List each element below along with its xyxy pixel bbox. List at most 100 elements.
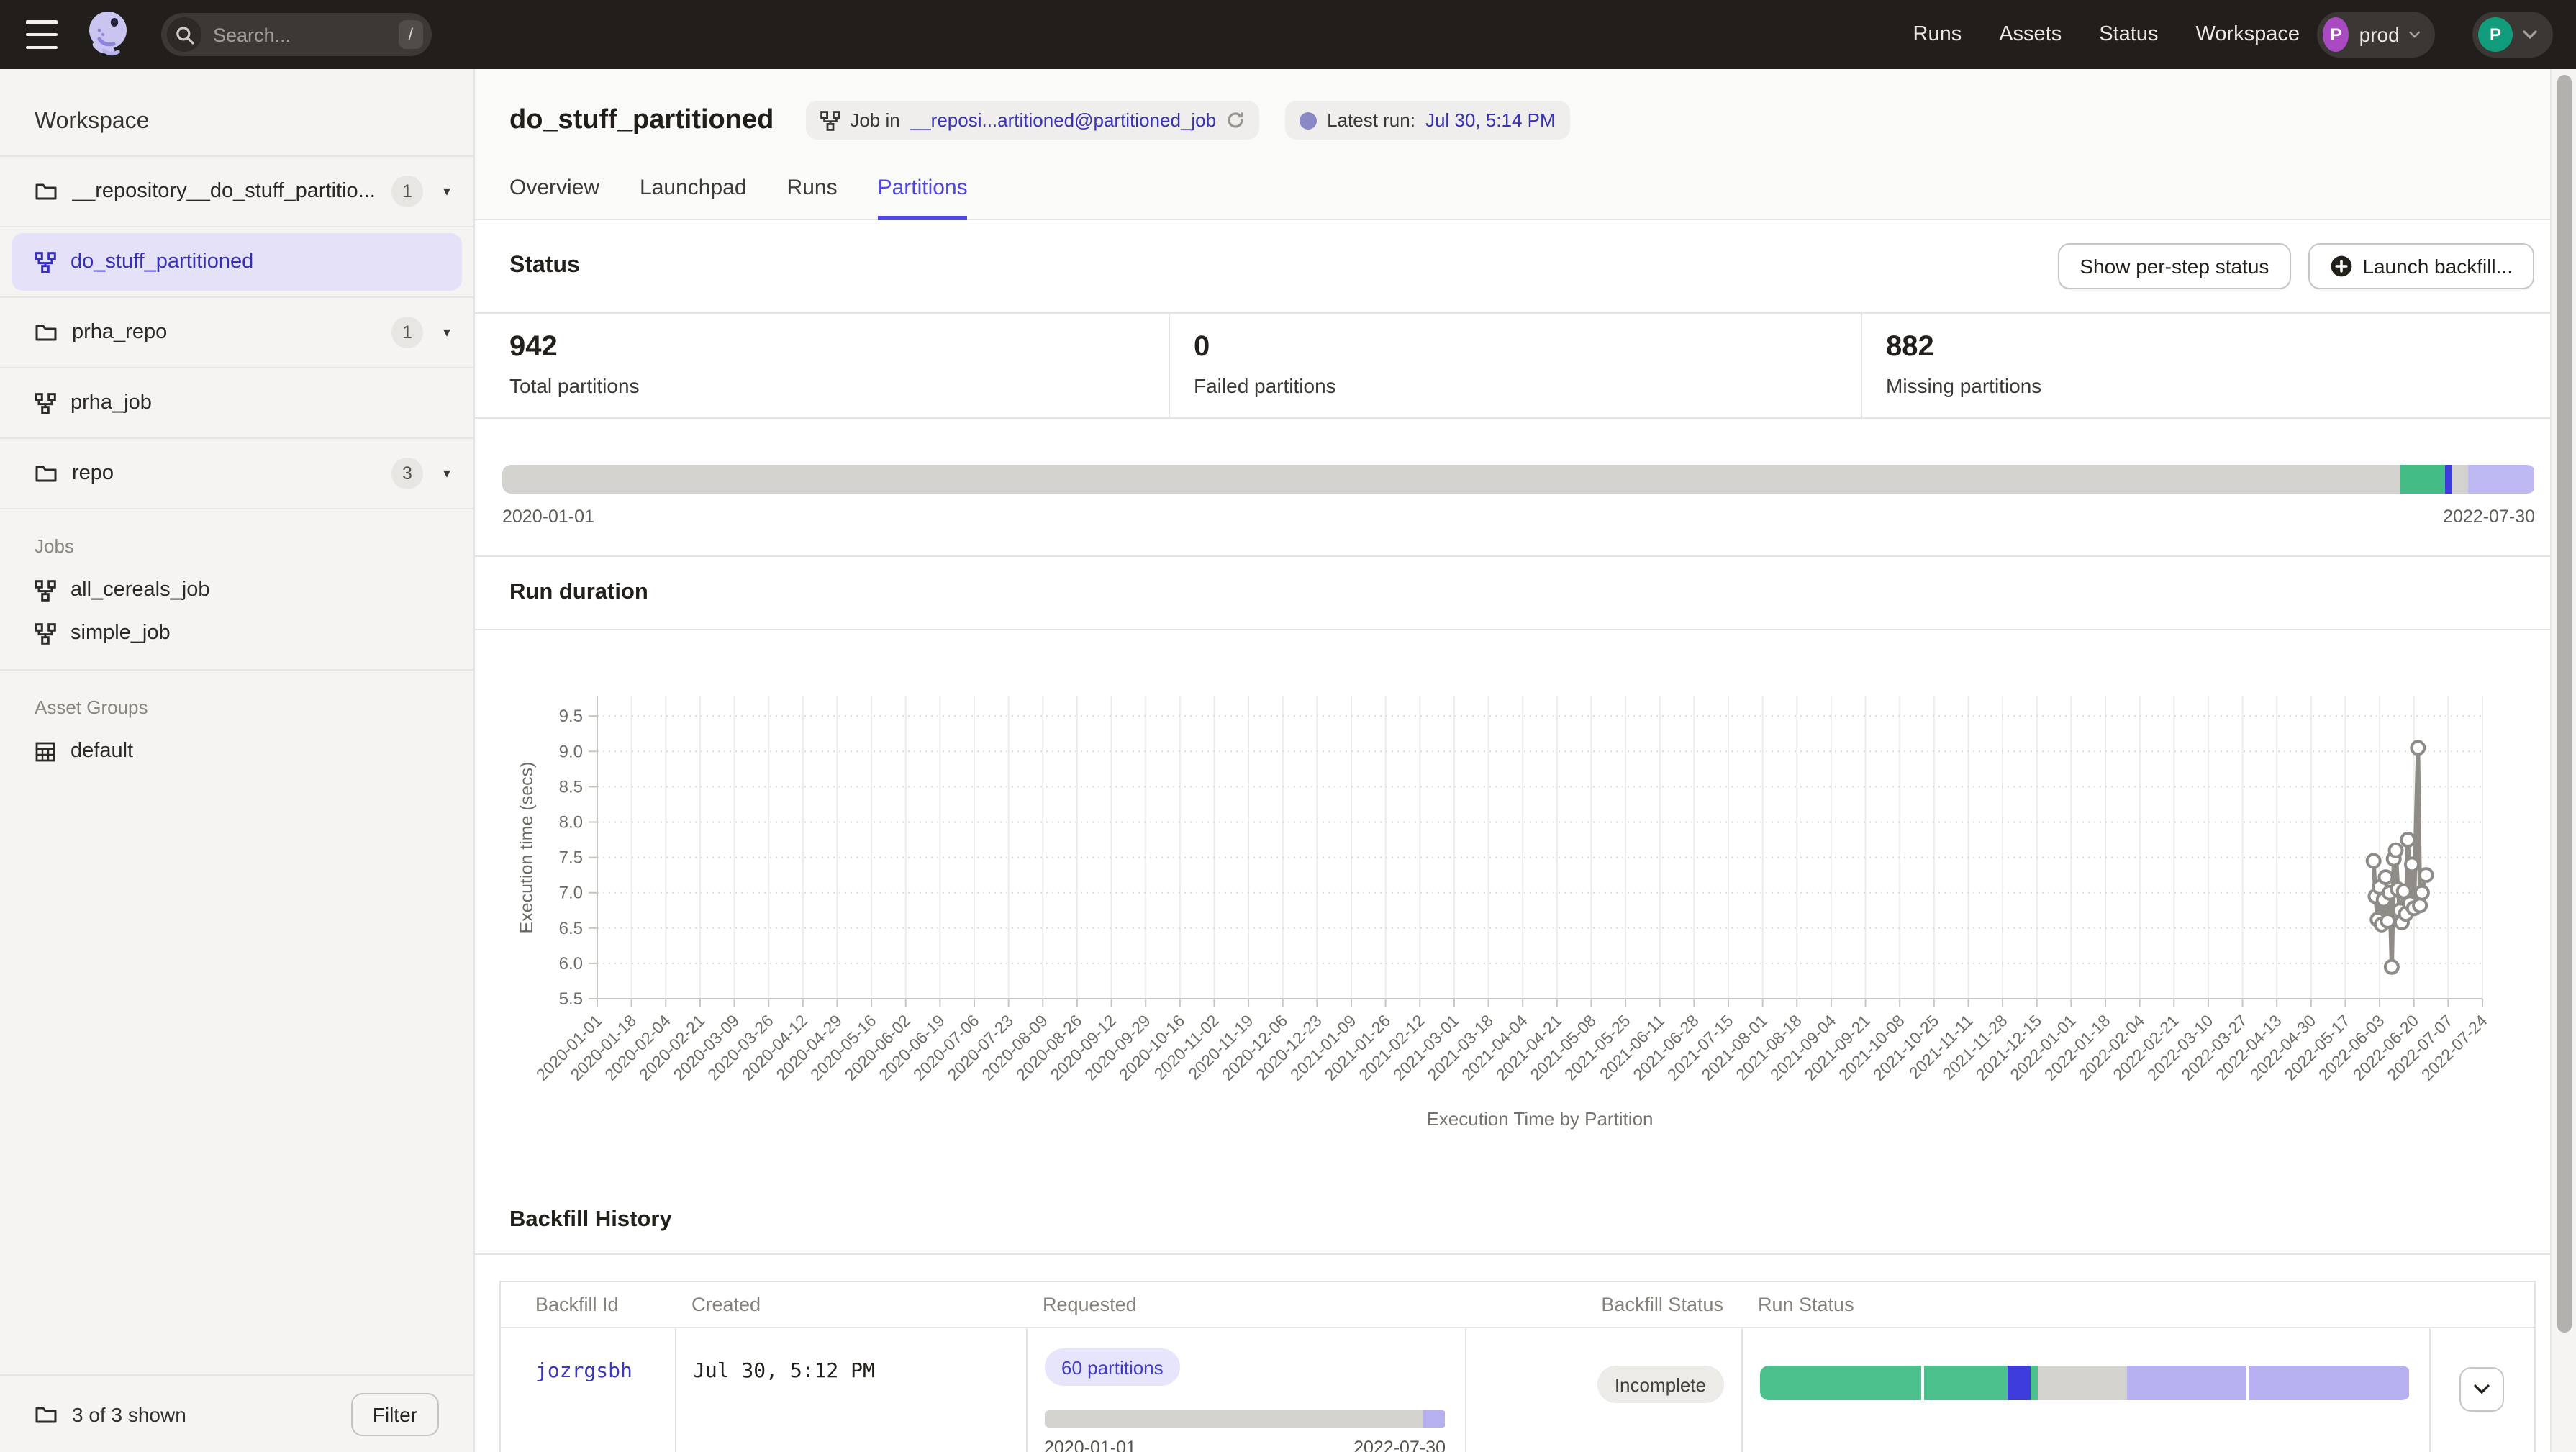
run-status-segment xyxy=(2250,1366,2410,1400)
partition-status-bar-block: 2020-01-01 2022-07-30 xyxy=(502,465,2535,527)
backfill-created: Jul 30, 5:12 PM xyxy=(693,1360,1008,1383)
sidebar-asset-group-default[interactable]: default xyxy=(0,730,473,773)
data-point-marker[interactable] xyxy=(2401,833,2414,846)
partition-stats: 942Total partitions0Failed partitions882… xyxy=(475,312,2550,419)
stat-value: 942 xyxy=(509,331,1168,364)
run-status-segment xyxy=(1925,1366,2008,1400)
scrollbar-thumb[interactable] xyxy=(2557,75,2571,1333)
launch-backfill-button[interactable]: Launch backfill... xyxy=(2308,243,2534,289)
column-header-actions xyxy=(2428,1282,2534,1328)
folder-icon xyxy=(35,181,58,201)
sidebar-item--repository-do-stuff-partitio-[interactable]: __repository__do_stuff_partitio...1▾ xyxy=(0,157,473,226)
asset-groups-section-label: Asset Groups xyxy=(0,671,473,730)
y-tick-label: 7.5 xyxy=(559,848,583,868)
asset-group-icon xyxy=(35,740,56,762)
partition-status-bar[interactable] xyxy=(502,465,2535,494)
top-bar: Search... / Runs Assets Status Workspace P … xyxy=(0,0,2576,69)
top-nav-assets[interactable]: Assets xyxy=(1999,23,2062,46)
latest-run-link[interactable]: Jul 30, 5:14 PM xyxy=(1425,109,1556,131)
tab-partitions[interactable]: Partitions xyxy=(878,176,968,220)
sidebar-job-all_cereals_job[interactable]: all_cereals_job xyxy=(0,568,473,612)
partition-range-end: 2022-07-30 xyxy=(2443,507,2535,527)
run-status-segment xyxy=(2007,1366,2030,1400)
folder-icon xyxy=(35,322,58,342)
backfill-history-table: Backfill IdCreatedRequestedBackfill Stat… xyxy=(499,1281,2535,1452)
jobs-section-label: Jobs xyxy=(0,509,473,568)
tab-runs[interactable]: Runs xyxy=(787,176,838,220)
repository-list: __repository__do_stuff_partitio...1▾ do_s… xyxy=(0,155,473,509)
sidebar-job-simple_job[interactable]: simple_job xyxy=(0,612,473,655)
sidebar-title: Workspace xyxy=(0,69,473,155)
run-duration-chart[interactable]: 2020-01-012020-01-182020-02-042020-02-21… xyxy=(475,630,2550,1148)
sidebar-item-prha-repo[interactable]: prha_repo1▾ xyxy=(0,298,473,367)
folder-icon xyxy=(35,1404,58,1424)
filter-button[interactable]: Filter xyxy=(351,1392,439,1435)
stat-missing-partitions: 882Missing partitions xyxy=(1860,314,2550,417)
search-shortcut-badge: / xyxy=(398,20,423,49)
column-header-created: Created xyxy=(674,1282,1025,1328)
data-point-marker[interactable] xyxy=(2411,741,2424,754)
data-point-marker[interactable] xyxy=(2381,915,2394,927)
run-status-segment xyxy=(1759,1366,1921,1400)
chevron-down-icon xyxy=(2410,30,2421,39)
data-point-marker[interactable] xyxy=(2416,886,2428,899)
top-nav-runs[interactable]: Runs xyxy=(1913,23,1962,46)
backfill-id-link[interactable]: jozrgsbh xyxy=(535,1360,657,1383)
requested-partitions-chip[interactable]: 60 partitions xyxy=(1044,1348,1181,1386)
repo-count-badge: 3 xyxy=(391,458,423,489)
partition-status-segment xyxy=(2445,465,2453,494)
sidebar-item-do-stuff-partitioned[interactable]: do_stuff_partitioned xyxy=(12,233,462,291)
caret-down-icon[interactable]: ▾ xyxy=(443,325,450,340)
status-section-header: Status Show per-step status Launch backf… xyxy=(475,220,2550,312)
asset-groups-section: Asset Groups default xyxy=(0,671,473,773)
backfill-requested-cell: 60 partitions 2020-01-01 2022-07-30 xyxy=(1025,1328,1464,1452)
folder-icon xyxy=(35,463,58,484)
search-input[interactable]: Search... / xyxy=(161,13,432,56)
latest-run-tag: Latest run: Jul 30, 5:14 PM xyxy=(1285,101,1570,140)
reload-icon[interactable] xyxy=(1226,111,1245,130)
page-title: do_stuff_partitioned xyxy=(509,104,774,136)
caret-down-icon[interactable]: ▾ xyxy=(443,466,450,481)
y-tick-label: 8.0 xyxy=(559,813,583,832)
job-repository-tag: Job in __reposi...artitioned@partitioned… xyxy=(805,101,1259,140)
data-point-marker[interactable] xyxy=(2367,855,2380,868)
job-icon xyxy=(35,579,56,601)
workspace-sidebar: Workspace __repository__do_stuff_partiti… xyxy=(0,69,475,1452)
repo-count-status: 3 of 3 shown xyxy=(72,1402,186,1425)
backfill-table-row: jozrgsbh Jul 30, 5:12 PM 60 partitions 2… xyxy=(501,1328,2534,1452)
requested-range-segment xyxy=(1044,1410,1423,1428)
sidebar-item-label: do_stuff_partitioned xyxy=(71,250,253,273)
run-status-bar[interactable] xyxy=(1759,1366,2410,1400)
tab-overview[interactable]: Overview xyxy=(509,176,599,220)
sidebar-item-prha-job[interactable]: prha_job xyxy=(0,368,473,437)
top-nav-status[interactable]: Status xyxy=(2099,23,2158,46)
data-point-marker[interactable] xyxy=(2390,844,2403,857)
sidebar-item-repo[interactable]: repo3▾ xyxy=(0,439,473,508)
expand-row-button[interactable] xyxy=(2459,1367,2504,1412)
deployment-switcher[interactable]: P prod xyxy=(2317,12,2435,58)
menu-icon[interactable] xyxy=(26,20,63,49)
column-header-requested: Requested xyxy=(1025,1282,1464,1328)
data-point-marker[interactable] xyxy=(2413,899,2426,912)
repository-link[interactable]: __reposi...artitioned@partitioned_job xyxy=(910,109,1216,131)
top-nav: Runs Assets Status Workspace xyxy=(1913,0,2300,69)
show-per-step-status-button[interactable]: Show per-step status xyxy=(2058,243,2290,289)
data-point-marker[interactable] xyxy=(2405,858,2418,871)
top-nav-workspace[interactable]: Workspace xyxy=(2195,23,2300,46)
run-status-segment xyxy=(2127,1366,2247,1400)
user-menu[interactable]: P xyxy=(2472,12,2553,58)
dagster-logo-icon[interactable] xyxy=(81,7,135,62)
data-point-marker[interactable] xyxy=(2385,961,2398,974)
data-point-marker[interactable] xyxy=(2379,871,2392,884)
deployment-avatar: P xyxy=(2323,17,2349,52)
tab-launchpad[interactable]: Launchpad xyxy=(640,176,747,220)
status-section-title: Status xyxy=(509,253,580,279)
y-tick-label: 6.5 xyxy=(559,919,583,938)
page-scrollbar xyxy=(2550,69,2576,1452)
job-icon xyxy=(35,392,56,414)
stat-label: Failed partitions xyxy=(1194,374,1860,397)
caret-down-icon[interactable]: ▾ xyxy=(443,183,450,199)
stat-value: 0 xyxy=(1194,331,1860,364)
jobs-section: Jobs all_cereals_jobsimple_job xyxy=(0,509,473,671)
data-point-marker[interactable] xyxy=(2420,868,2433,881)
